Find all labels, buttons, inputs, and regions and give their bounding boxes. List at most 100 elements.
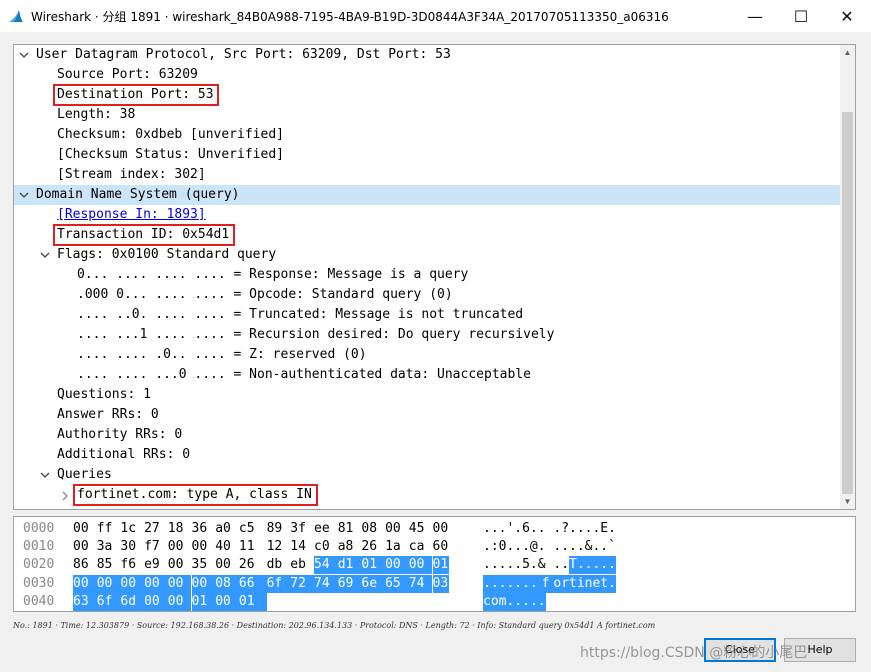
hex-byte[interactable]: 1c (120, 520, 136, 538)
scroll-down-icon[interactable]: ▼ (840, 494, 855, 509)
hex-byte[interactable]: 03 (432, 574, 449, 593)
hex-byte[interactable]: 27 (144, 520, 160, 538)
hex-row[interactable]: 0010 00 3a 30 f7 00 00 40 11 12 14 c0 a8 26 1a ca 60.:0.… (14, 538, 855, 556)
tree-row[interactable]: Checksum: 0xdbeb [unverified] (14, 125, 840, 145)
ascii-char[interactable]: . (553, 556, 561, 574)
hex-byte[interactable]: 01 (191, 592, 216, 611)
tree-row[interactable]: .... ...1 .... .... = Recursion desired:… (14, 325, 840, 345)
tree-row[interactable]: .... .... ...0 .... = Non-authenticated … (14, 365, 840, 385)
ascii-char[interactable]: . (514, 556, 522, 574)
hex-byte[interactable]: 66 (238, 574, 267, 593)
chevron-down-icon[interactable] (39, 465, 51, 485)
ascii-char[interactable]: . (530, 556, 538, 574)
ascii-char[interactable]: . (608, 556, 616, 575)
hex-byte[interactable]: 00 (215, 556, 231, 574)
ascii-char[interactable]: ` (608, 538, 616, 556)
ascii-char[interactable]: . (483, 556, 491, 574)
ascii-char[interactable]: . (537, 592, 546, 611)
hex-byte[interactable]: 54 (314, 556, 338, 575)
ascii-char[interactable]: 5 (522, 556, 530, 574)
chevron-right-icon[interactable] (59, 485, 71, 505)
ascii-char[interactable]: . (600, 556, 608, 575)
ascii-char[interactable]: T (569, 556, 577, 575)
hex-byte[interactable]: 00 (73, 574, 97, 593)
ascii-char[interactable]: . (576, 556, 585, 575)
hex-byte[interactable]: 00 (168, 556, 184, 574)
ascii-char[interactable]: . (522, 538, 530, 556)
hex-byte[interactable]: c5 (239, 520, 255, 538)
ascii-char[interactable]: . (514, 520, 522, 538)
tree-row[interactable]: 0... .... .... .... = Response: Message … (14, 265, 840, 285)
tree-row[interactable]: Queries (14, 465, 840, 485)
ascii-char[interactable]: . (483, 538, 491, 556)
hex-byte[interactable]: 18 (168, 520, 184, 538)
tree-row[interactable]: .... ..0. .... .... = Truncated: Message… (14, 305, 840, 325)
hex-byte[interactable]: 60 (433, 538, 449, 556)
hex-byte[interactable]: 6d (120, 592, 145, 611)
tree-row[interactable]: Transaction ID: 0x54d1 (14, 224, 840, 246)
ascii-char[interactable]: ' (506, 520, 514, 538)
hex-row[interactable]: 0000 00 ff 1c 27 18 36 a0 c5 89 3f ee 81 08 00 45 00... '… (14, 520, 855, 538)
close-window-button[interactable]: ✕ (824, 0, 870, 32)
ascii-char[interactable]: e (592, 574, 600, 593)
ascii-char[interactable]: . (483, 520, 491, 538)
hex-byte[interactable]: db (267, 556, 283, 574)
ascii-char[interactable]: . (506, 538, 514, 556)
tree-row[interactable]: [Checksum Status: Unverified] (14, 145, 840, 165)
hex-byte[interactable]: 14 (290, 538, 306, 556)
hex-byte[interactable]: 26 (361, 538, 377, 556)
tree-row[interactable]: [Stream index: 302] (14, 165, 840, 185)
hex-byte[interactable]: 00 (167, 574, 192, 593)
ascii-char[interactable]: . (608, 520, 616, 538)
ascii-char[interactable]: . (592, 520, 600, 538)
hex-byte[interactable]: 89 (267, 520, 283, 538)
ascii-char[interactable]: . (584, 556, 592, 575)
tree-row[interactable]: fortinet.com: type A, class IN (14, 484, 840, 506)
hex-row[interactable]: 0020 86 85 f6 e9 00 35 00 26 db eb 54 d1 01 00 00 01....… (14, 556, 855, 575)
hex-byte[interactable]: 72 (290, 574, 314, 593)
ascii-char[interactable]: . (585, 520, 593, 538)
scrollbar-thumb[interactable] (842, 112, 853, 494)
hex-byte[interactable]: 40 (215, 538, 231, 556)
packet-details-tree[interactable]: User Datagram Protocol, Src Port: 63209,… (13, 44, 856, 510)
hex-byte[interactable]: 00 (144, 574, 168, 593)
hex-byte[interactable]: 00 (96, 574, 121, 593)
ascii-char[interactable]: E (600, 520, 608, 538)
hex-byte[interactable]: d1 (337, 556, 362, 575)
ascii-char[interactable]: . (553, 538, 561, 556)
ascii-char[interactable]: . (491, 556, 499, 574)
ascii-char[interactable]: . (592, 556, 600, 575)
ascii-char[interactable]: f (537, 574, 554, 593)
hex-byte[interactable]: 86 (73, 556, 89, 574)
ascii-char[interactable]: . (592, 538, 600, 556)
tree-row[interactable]: User Datagram Protocol, Src Port: 63209,… (14, 45, 840, 65)
minimize-button[interactable]: — (732, 0, 778, 32)
tree-row[interactable]: Answer RRs: 0 (14, 405, 840, 425)
hex-byte[interactable]: 69 (337, 574, 362, 593)
hex-byte[interactable]: 00 (120, 574, 145, 593)
ascii-char[interactable]: o (490, 592, 499, 611)
hex-byte[interactable]: f6 (120, 556, 136, 574)
tree-row[interactable]: Additional RRs: 0 (14, 445, 840, 465)
hex-byte[interactable]: 74 (408, 574, 433, 593)
ascii-char[interactable]: : (491, 538, 499, 556)
ascii-char[interactable]: . (522, 592, 530, 611)
ascii-char[interactable]: & (585, 538, 593, 556)
ascii-char[interactable]: & (538, 556, 546, 574)
ascii-char[interactable]: . (490, 574, 499, 593)
ascii-char[interactable]: . (506, 592, 514, 611)
tree-row[interactable]: .... .... .0.. .... = Z: reserved (0) (14, 345, 840, 365)
hex-byte[interactable]: 35 (192, 556, 208, 574)
tree-row[interactable]: Authority RRs: 0 (14, 425, 840, 445)
ascii-char[interactable]: . (577, 538, 585, 556)
hex-byte[interactable]: 00 (192, 538, 208, 556)
ascii-char[interactable]: . (498, 574, 506, 593)
ascii-char[interactable]: . (553, 520, 561, 538)
hex-byte[interactable]: 65 (385, 574, 409, 593)
tree-vertical-scrollbar[interactable]: ▲ ▼ (840, 45, 855, 509)
maximize-button[interactable]: ☐ (778, 0, 824, 32)
hex-byte[interactable]: 00 (191, 574, 216, 593)
tree-row-label[interactable]: [Response In: 1893] (57, 205, 206, 225)
hex-byte[interactable]: c0 (314, 538, 330, 556)
hex-byte[interactable]: 3a (97, 538, 113, 556)
